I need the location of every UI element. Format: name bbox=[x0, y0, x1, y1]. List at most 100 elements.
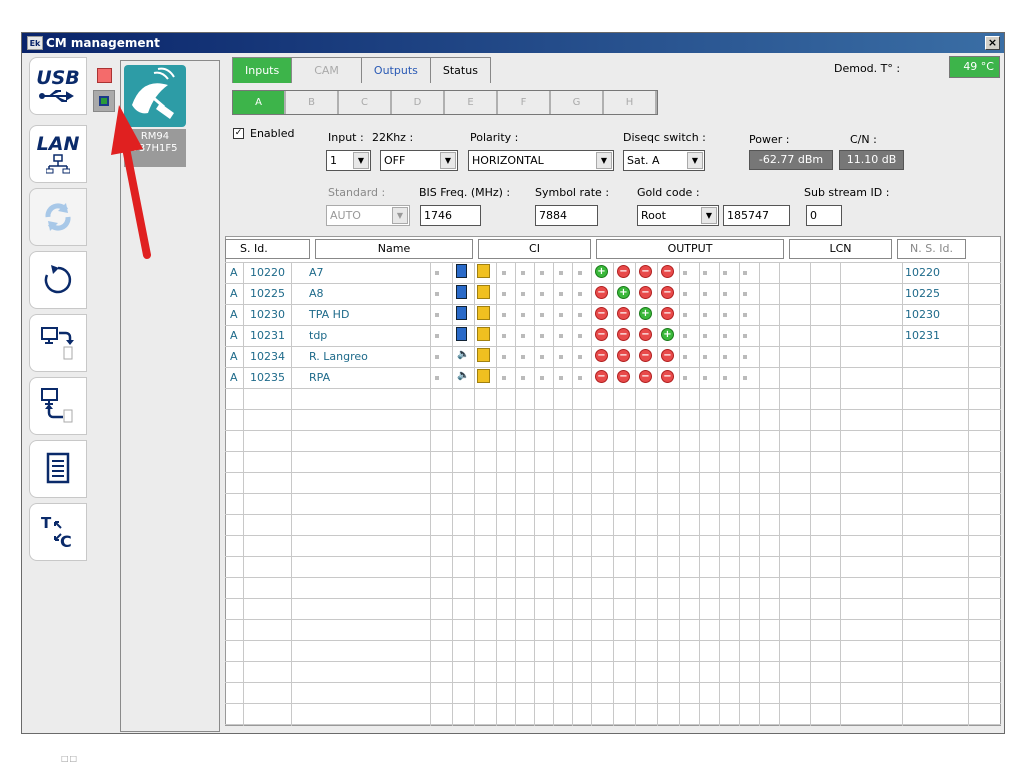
input-tab-e[interactable]: E bbox=[445, 91, 498, 114]
input-tab-d[interactable]: D bbox=[392, 91, 445, 114]
gold-code-select[interactable]: Root ▼ bbox=[637, 205, 719, 226]
khz-select-value: OFF bbox=[384, 154, 406, 167]
input-tab-f[interactable]: F bbox=[498, 91, 551, 114]
output-disabled-icon[interactable]: − bbox=[617, 265, 630, 278]
table-row[interactable] bbox=[225, 262, 1001, 283]
gold-code-input[interactable]: 185747 bbox=[723, 205, 790, 226]
table-row[interactable] bbox=[225, 367, 1001, 388]
input-tab-c[interactable]: C bbox=[339, 91, 392, 114]
output-disabled-icon[interactable]: − bbox=[617, 370, 630, 383]
table-row[interactable] bbox=[225, 283, 1001, 304]
row-name: tdp bbox=[309, 329, 328, 342]
input-tab-b[interactable]: B bbox=[286, 91, 339, 114]
standard-select[interactable]: AUTO ▼ bbox=[326, 205, 410, 226]
usb-button[interactable]: USB bbox=[29, 57, 87, 115]
unlock-icon[interactable] bbox=[477, 285, 490, 299]
output-enabled-icon[interactable]: + bbox=[661, 328, 674, 341]
text-tool-button[interactable]: TC bbox=[29, 503, 87, 561]
table-row[interactable] bbox=[225, 325, 1001, 346]
audio-icon: 🔈 bbox=[457, 349, 470, 360]
bis-freq-input[interactable]: 1746 bbox=[420, 205, 481, 226]
diseqc-select-value: Sat. A bbox=[627, 154, 660, 167]
input-tab-g[interactable]: G bbox=[551, 91, 604, 114]
output-enabled-icon[interactable]: + bbox=[639, 307, 652, 320]
unlock-icon[interactable] bbox=[477, 264, 490, 278]
bullet-marker bbox=[723, 376, 727, 380]
input-tab-a[interactable]: A bbox=[233, 91, 286, 114]
header-name[interactable]: Name bbox=[315, 239, 473, 259]
output-disabled-icon[interactable]: − bbox=[595, 370, 608, 383]
khz-select[interactable]: OFF ▼ bbox=[380, 150, 458, 171]
bullet-marker bbox=[540, 292, 544, 296]
bullet-marker bbox=[683, 376, 687, 380]
tab-cam[interactable]: CAM bbox=[291, 57, 362, 83]
output-disabled-icon[interactable]: − bbox=[617, 307, 630, 320]
output-enabled-icon[interactable]: + bbox=[617, 286, 630, 299]
output-disabled-icon[interactable]: − bbox=[639, 286, 652, 299]
row-sid: 10225 bbox=[250, 287, 285, 300]
input-select[interactable]: 1 ▼ bbox=[326, 150, 371, 171]
bullet-marker bbox=[703, 313, 707, 317]
cn-label: C/N : bbox=[850, 133, 877, 146]
bullet-marker bbox=[683, 313, 687, 317]
header-output[interactable]: OUTPUT bbox=[596, 239, 784, 259]
monitor-download-icon bbox=[41, 388, 73, 423]
unlock-icon[interactable] bbox=[477, 348, 490, 362]
output-disabled-icon[interactable]: − bbox=[617, 349, 630, 362]
lan-button[interactable]: LAN bbox=[29, 125, 87, 183]
reset-button[interactable] bbox=[29, 251, 87, 309]
output-disabled-icon[interactable]: − bbox=[639, 265, 652, 278]
output-enabled-icon[interactable]: + bbox=[595, 265, 608, 278]
output-disabled-icon[interactable]: − bbox=[595, 286, 608, 299]
unlock-icon[interactable] bbox=[477, 306, 490, 320]
row-input-letter: A bbox=[230, 350, 238, 363]
usb-icon bbox=[39, 90, 74, 102]
output-disabled-icon[interactable]: − bbox=[617, 328, 630, 341]
close-button[interactable]: × bbox=[985, 36, 1000, 50]
standard-label: Standard : bbox=[328, 186, 386, 199]
row-sid: 10231 bbox=[250, 329, 285, 342]
enabled-checkbox[interactable]: ✓ bbox=[233, 128, 244, 139]
sub-stream-label: Sub stream ID : bbox=[804, 186, 890, 199]
symbol-rate-input[interactable]: 7884 bbox=[535, 205, 598, 226]
tab-inputs[interactable]: Inputs bbox=[232, 57, 293, 83]
header-nsid[interactable]: N. S. Id. bbox=[897, 239, 966, 259]
output-disabled-icon[interactable]: − bbox=[639, 328, 652, 341]
sub-stream-input[interactable]: 0 bbox=[806, 205, 842, 226]
bullet-marker bbox=[540, 355, 544, 359]
monitor-upload-icon bbox=[41, 327, 74, 360]
header-sid[interactable]: S. Id. bbox=[225, 239, 310, 259]
diseqc-select[interactable]: Sat. A ▼ bbox=[623, 150, 705, 171]
output-disabled-icon[interactable]: − bbox=[595, 307, 608, 320]
bullet-marker bbox=[559, 292, 563, 296]
tab-outputs[interactable]: Outputs bbox=[360, 57, 431, 83]
diseqc-label: Diseqc switch : bbox=[623, 131, 706, 144]
header-ci[interactable]: CI bbox=[478, 239, 591, 259]
upload-config-button[interactable] bbox=[29, 314, 87, 372]
disconnect-indicator[interactable] bbox=[97, 68, 112, 83]
header-lcn[interactable]: LCN bbox=[789, 239, 892, 259]
output-disabled-icon[interactable]: − bbox=[661, 265, 674, 278]
output-disabled-icon[interactable]: − bbox=[639, 370, 652, 383]
output-disabled-icon[interactable]: − bbox=[639, 349, 652, 362]
output-disabled-icon[interactable]: − bbox=[661, 286, 674, 299]
output-disabled-icon[interactable]: − bbox=[661, 349, 674, 362]
chevron-down-icon: ▼ bbox=[687, 152, 703, 169]
input-tab-h[interactable]: H bbox=[604, 91, 657, 114]
main-tabs: Inputs CAM Outputs Status bbox=[232, 57, 491, 83]
row-sid: 10234 bbox=[250, 350, 285, 363]
bullet-marker bbox=[723, 313, 727, 317]
output-disabled-icon[interactable]: − bbox=[661, 370, 674, 383]
refresh-button[interactable] bbox=[29, 188, 87, 246]
unlock-icon[interactable] bbox=[477, 327, 490, 341]
output-disabled-icon[interactable]: − bbox=[661, 307, 674, 320]
gold-code-label: Gold code : bbox=[637, 186, 700, 199]
unlock-icon[interactable] bbox=[477, 369, 490, 383]
polarity-select[interactable]: HORIZONTAL ▼ bbox=[468, 150, 614, 171]
download-config-button[interactable] bbox=[29, 377, 87, 435]
output-disabled-icon[interactable]: − bbox=[595, 328, 608, 341]
table-header: S. Id. Name CI OUTPUT LCN N. S. Id. bbox=[225, 239, 971, 259]
report-button[interactable] bbox=[29, 440, 87, 498]
output-disabled-icon[interactable]: − bbox=[595, 349, 608, 362]
tab-status[interactable]: Status bbox=[429, 57, 491, 83]
